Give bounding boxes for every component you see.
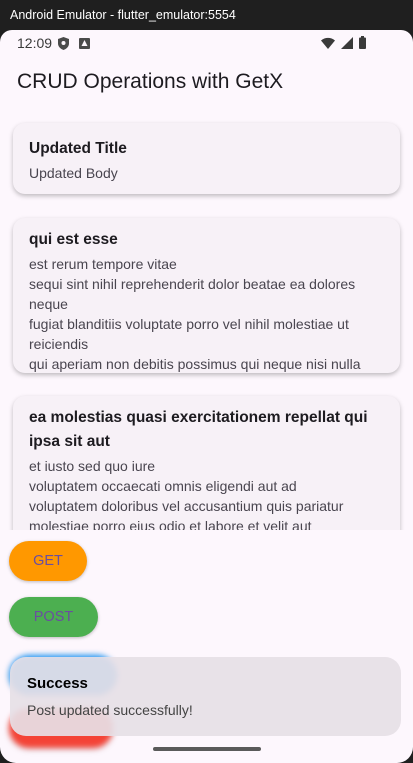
post-body: Updated Body <box>29 165 118 181</box>
post-body: est rerum tempore vitae sequi sint nihil… <box>29 256 361 372</box>
status-bar: 12:09 <box>0 30 413 56</box>
app-bar-title: CRUD Operations with GetX <box>17 70 284 93</box>
get-button[interactable]: GET <box>9 541 87 581</box>
wifi-icon <box>321 37 335 52</box>
post-card[interactable]: ea molestias quasi exercitationem repell… <box>13 396 400 530</box>
post-button[interactable]: POST <box>9 597 98 637</box>
success-snackbar: Success Post updated successfully! <box>10 657 401 736</box>
post-card[interactable]: Updated Title Updated Body <box>13 123 400 194</box>
status-left-icons <box>58 37 90 53</box>
status-right-icons <box>321 36 366 52</box>
post-list[interactable]: Updated Title Updated Body qui est esse … <box>0 120 413 530</box>
emulator-window-title: Android Emulator - flutter_emulator:5554 <box>0 0 413 30</box>
post-card[interactable]: qui est esse est rerum tempore vitae seq… <box>13 218 400 373</box>
snackbar-title: Success <box>27 675 88 692</box>
cellular-signal-icon <box>341 36 353 52</box>
home-indicator[interactable] <box>153 747 261 751</box>
shield-icon <box>58 37 69 53</box>
post-title: qui est esse <box>29 231 118 248</box>
post-title: ea molestias quasi exercitationem repell… <box>29 409 368 450</box>
phone-screen: 12:09 CRUD Operations with GetX Updated … <box>0 30 413 763</box>
snackbar-message: Post updated successfully! <box>27 702 193 718</box>
post-title: Updated Title <box>29 140 127 157</box>
status-time: 12:09 <box>17 35 53 51</box>
post-body: et iusto sed quo iure voluptatem occaeca… <box>29 458 344 530</box>
battery-icon <box>359 36 366 52</box>
sim-download-icon <box>79 37 90 53</box>
